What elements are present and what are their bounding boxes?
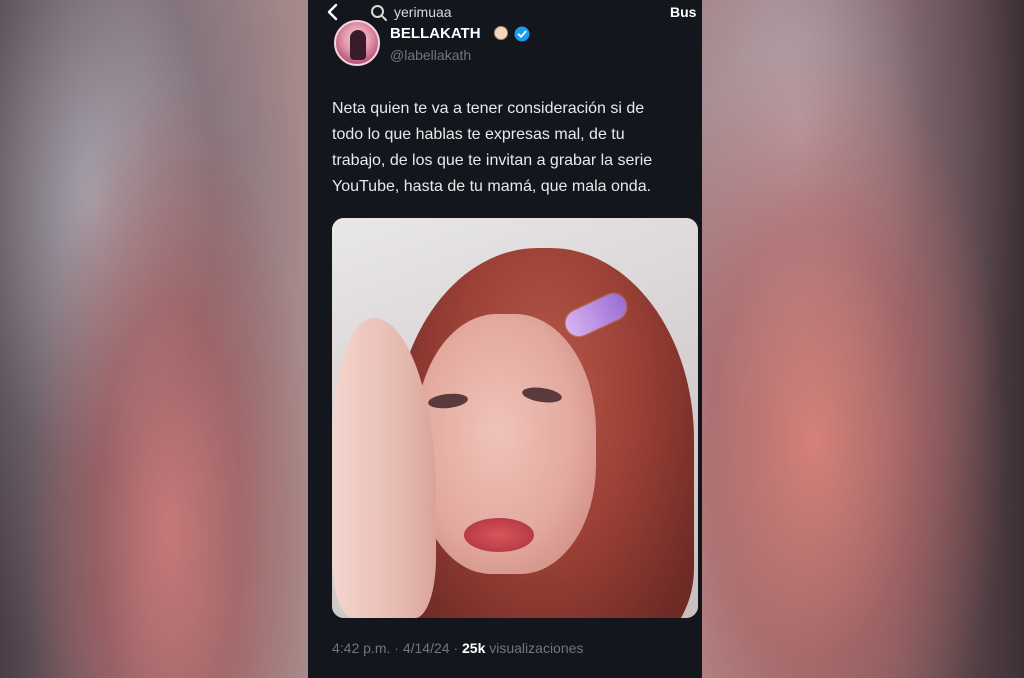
search-action-label[interactable]: Bus — [670, 4, 696, 20]
meta-separator: · — [394, 640, 399, 656]
user-handle[interactable]: @labellakath — [390, 47, 471, 63]
search-query-text[interactable]: yerimuaa — [394, 4, 452, 20]
display-name[interactable]: BELLAKATH — [390, 25, 481, 42]
back-arrow-icon[interactable] — [324, 2, 342, 22]
tweet-text: Neta quien te va a tener consideración s… — [332, 100, 653, 195]
avatar[interactable] — [334, 20, 380, 66]
emoji-badge-icon — [494, 26, 508, 40]
search-icon[interactable] — [370, 4, 388, 22]
tweet-screen: yerimuaa Bus BELLAKATH @labellakath Neta… — [308, 0, 702, 678]
tweet-media-photo[interactable] — [332, 218, 698, 618]
tweet-date[interactable]: 4/14/24 — [403, 640, 450, 656]
views-label: visualizaciones — [489, 640, 584, 656]
views-count: 25k — [462, 640, 486, 656]
tweet-time[interactable]: 4:42 p.m. — [332, 640, 390, 656]
verified-badge-icon — [514, 26, 530, 42]
tweet-meta: 4:42 p.m. · 4/14/24 · 25k visualizacione… — [332, 640, 583, 656]
blurred-background-right — [702, 0, 1024, 678]
blurred-background-left — [0, 0, 308, 678]
meta-separator: · — [453, 640, 459, 656]
photo-lips — [464, 518, 534, 552]
